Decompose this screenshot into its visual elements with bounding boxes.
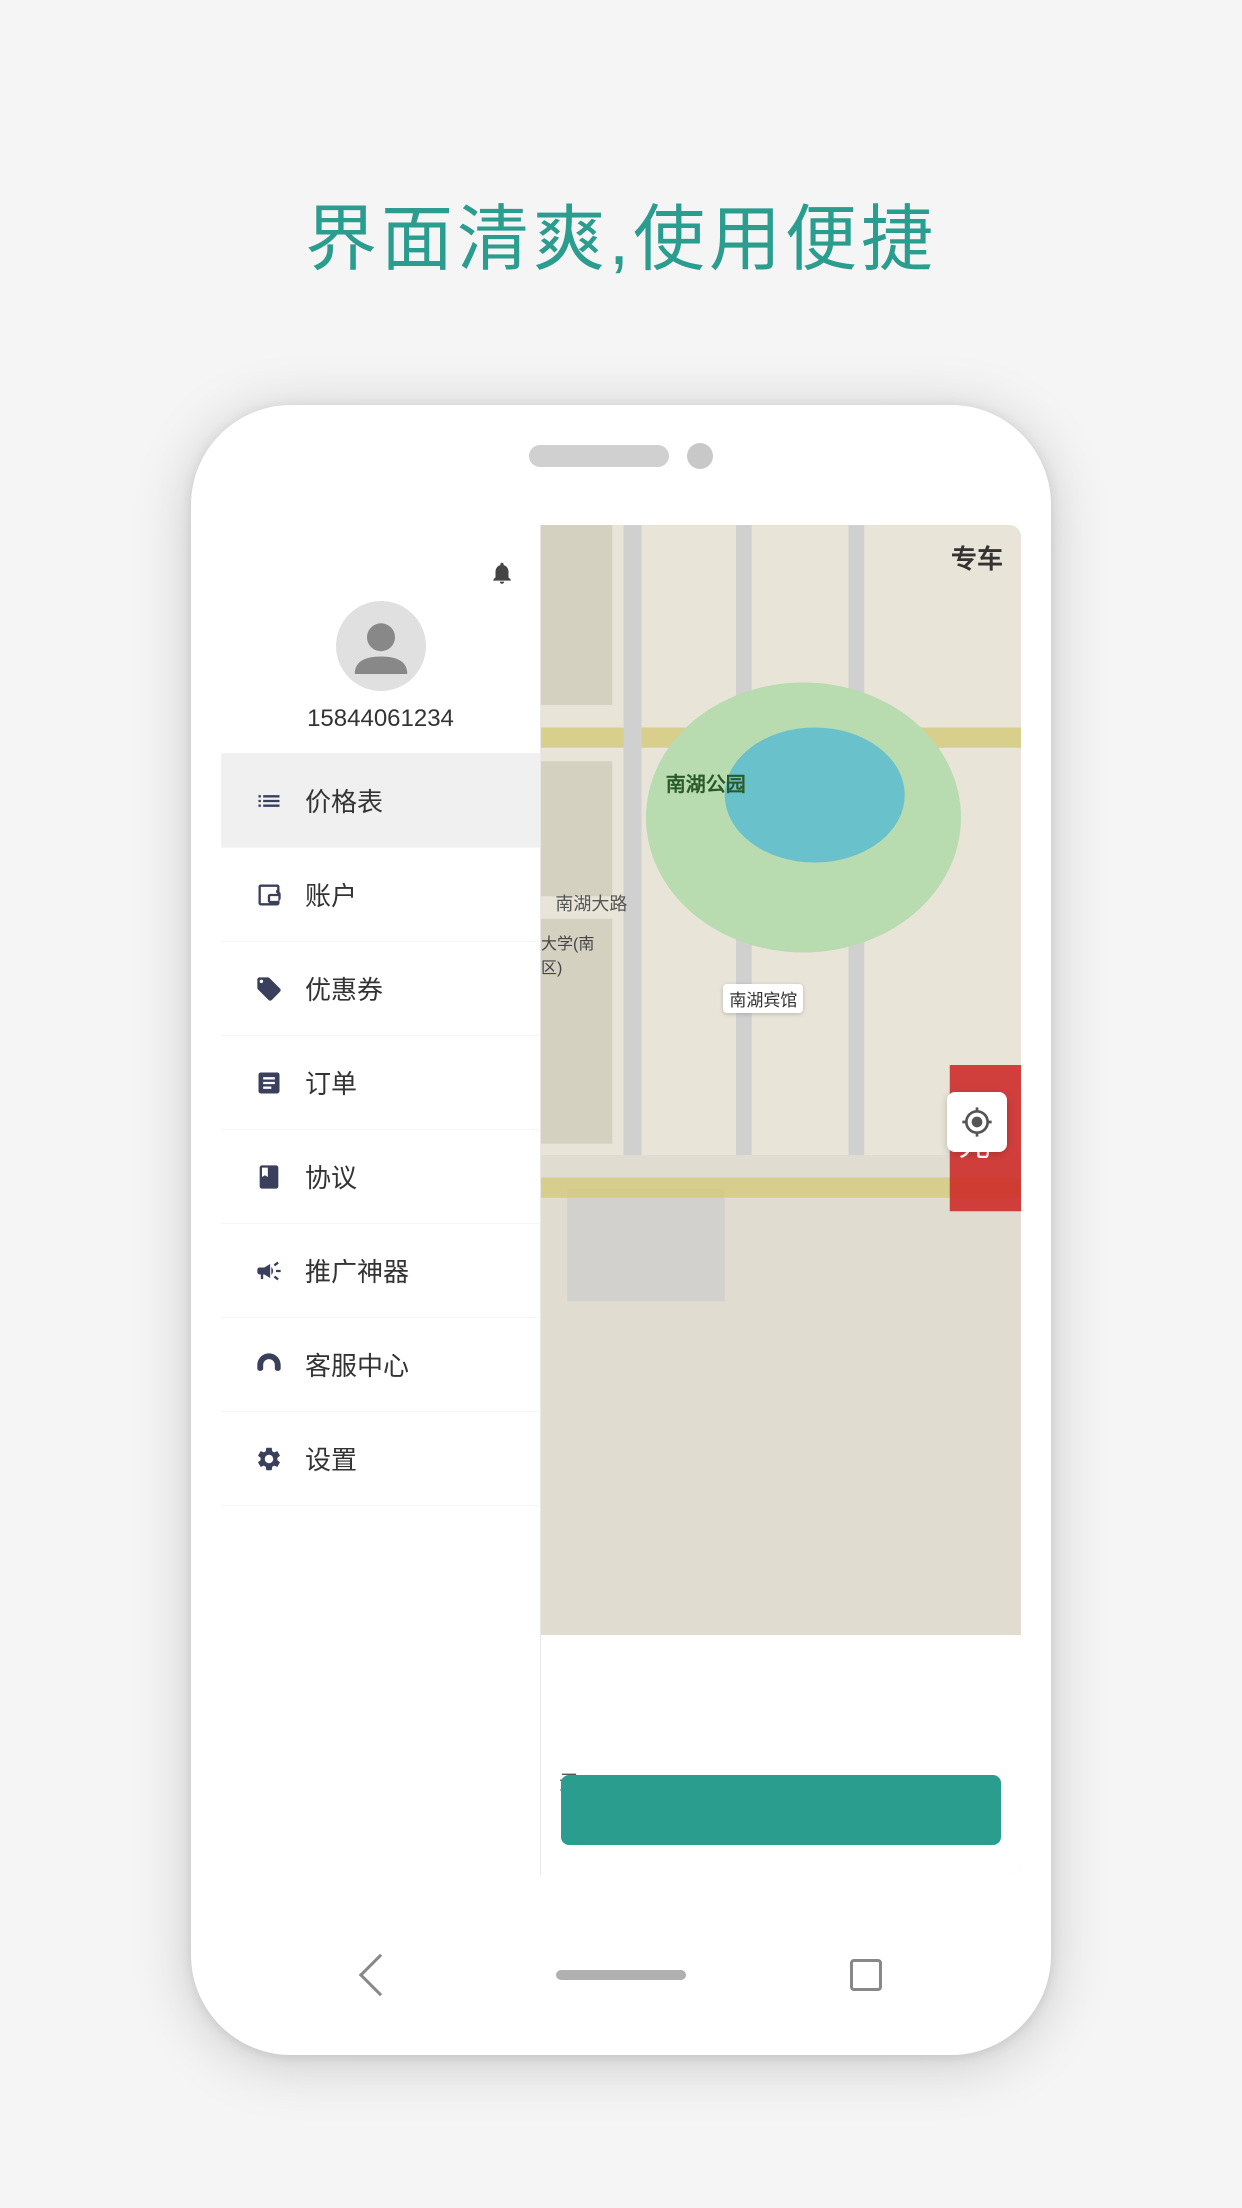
back-icon bbox=[359, 1954, 401, 1996]
book-icon bbox=[251, 1159, 287, 1195]
bell-icon[interactable] bbox=[484, 555, 520, 591]
sidebar: 15844061234 价格表 账户 bbox=[221, 525, 541, 1875]
hotel-label: 南湖宾馆 bbox=[723, 984, 803, 1013]
location-button[interactable] bbox=[947, 1092, 1007, 1152]
support-label: 客服中心 bbox=[305, 1346, 409, 1383]
sidebar-header: 15844061234 bbox=[221, 525, 540, 754]
price-list-label: 价格表 bbox=[305, 782, 383, 819]
back-nav-button[interactable] bbox=[346, 1955, 406, 1995]
gear-icon bbox=[251, 1441, 287, 1477]
road-name-label: 南湖大路 bbox=[555, 890, 627, 916]
phone-speaker bbox=[529, 445, 669, 467]
university-label: 大学(南区) bbox=[541, 930, 594, 978]
phone-camera bbox=[687, 443, 713, 469]
headset-icon bbox=[251, 1347, 287, 1383]
sidebar-item-support[interactable]: 客服中心 bbox=[221, 1318, 540, 1412]
map-area: 光 专车 南湖公园 南湖大路 南湖宾馆 大学(南区) 元 bbox=[541, 525, 1021, 1875]
list-icon bbox=[251, 783, 287, 819]
wallet-icon bbox=[251, 877, 287, 913]
megaphone-icon bbox=[251, 1253, 287, 1289]
order-label: 订单 bbox=[305, 1064, 357, 1101]
page-container: 界面清爽,使用便捷 bbox=[191, 0, 1051, 2055]
sidebar-item-price-list[interactable]: 价格表 bbox=[221, 754, 540, 848]
notification-row bbox=[241, 555, 520, 591]
tag-icon bbox=[251, 971, 287, 1007]
sidebar-menu: 价格表 账户 优惠券 bbox=[221, 754, 540, 1875]
bottom-panel: 元 bbox=[541, 1635, 1021, 1875]
account-label: 账户 bbox=[305, 876, 357, 913]
phone-screen: 15844061234 价格表 账户 bbox=[221, 525, 1021, 1875]
phone-top-bar bbox=[529, 443, 713, 469]
agreement-label: 协议 bbox=[305, 1158, 357, 1195]
recent-icon bbox=[850, 1959, 882, 1991]
settings-label: 设置 bbox=[305, 1440, 357, 1477]
recent-nav-button[interactable] bbox=[836, 1955, 896, 1995]
home-nav-bar[interactable] bbox=[556, 1970, 686, 1980]
map-top-label: 专车 bbox=[951, 539, 1003, 576]
phone-mockup: 15844061234 价格表 账户 bbox=[191, 405, 1051, 2055]
sidebar-item-order[interactable]: 订单 bbox=[221, 1036, 540, 1130]
user-phone: 15844061234 bbox=[307, 705, 454, 733]
coupon-label: 优惠券 bbox=[305, 970, 383, 1007]
phone-bottom-nav bbox=[191, 1955, 1051, 1995]
promotion-label: 推广神器 bbox=[305, 1252, 409, 1289]
sidebar-item-agreement[interactable]: 协议 bbox=[221, 1130, 540, 1224]
order-icon bbox=[251, 1065, 287, 1101]
sidebar-item-promotion[interactable]: 推广神器 bbox=[221, 1224, 540, 1318]
page-title: 界面清爽,使用便捷 bbox=[191, 180, 1051, 285]
sidebar-item-settings[interactable]: 设置 bbox=[221, 1412, 540, 1506]
sidebar-item-coupon[interactable]: 优惠券 bbox=[221, 942, 540, 1036]
park-name-label: 南湖公园 bbox=[666, 768, 746, 797]
avatar[interactable] bbox=[336, 601, 426, 691]
sidebar-item-account[interactable]: 账户 bbox=[221, 848, 540, 942]
call-button[interactable] bbox=[561, 1775, 1001, 1845]
